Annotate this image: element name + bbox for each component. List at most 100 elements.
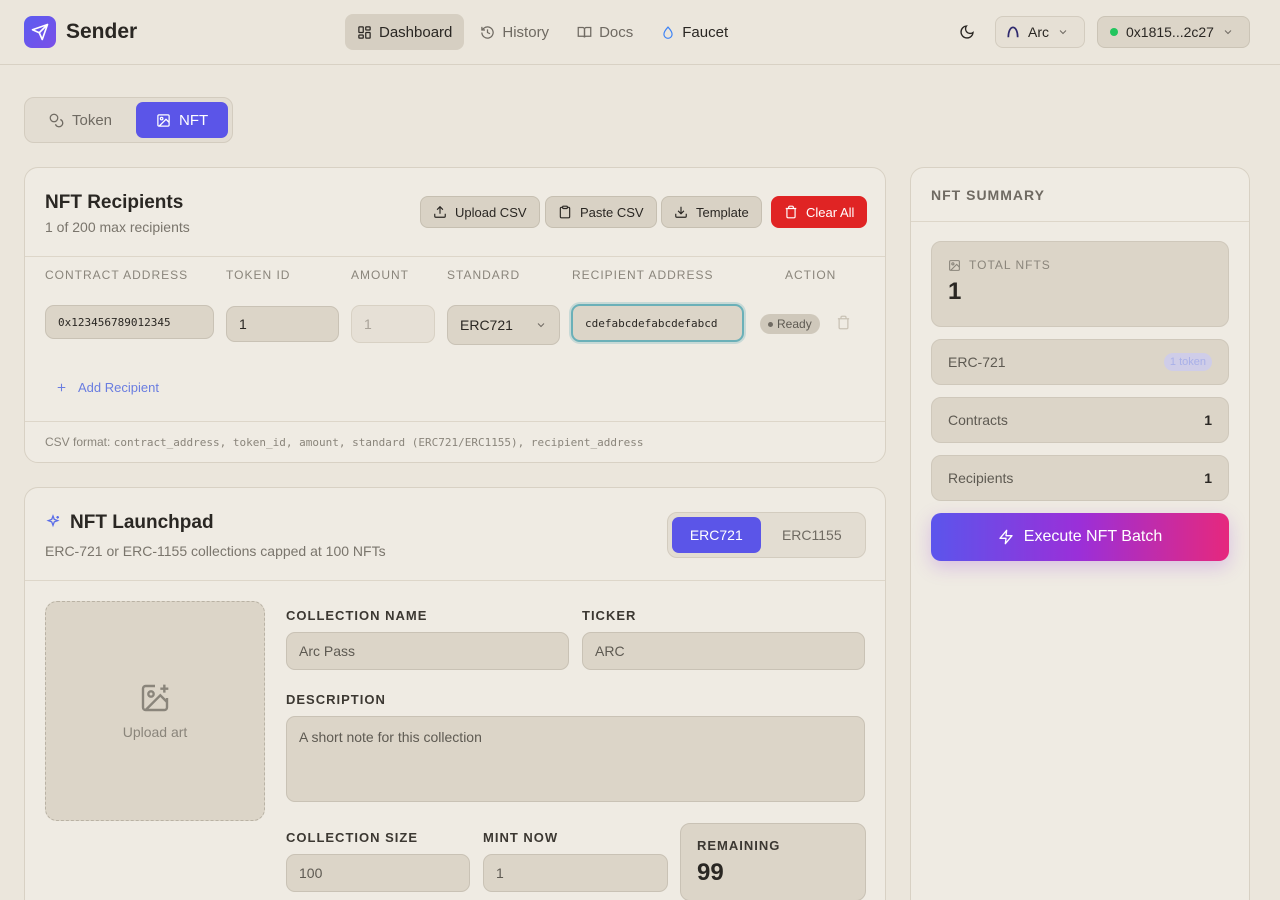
add-recipient-button[interactable]: Add Recipient xyxy=(55,380,159,395)
connected-indicator xyxy=(1110,28,1118,36)
footer-divider xyxy=(25,421,885,422)
standard-summary-label: ERC-721 xyxy=(948,354,1006,370)
top-header: Sender Dashboard History Docs Faucet Arc… xyxy=(0,0,1280,65)
upload-art-dropzone[interactable]: Upload art xyxy=(45,601,265,821)
remaining-label: REMAINING xyxy=(697,838,781,853)
recipients-label: Recipients xyxy=(948,470,1014,486)
app-name[interactable]: Sender xyxy=(66,20,137,44)
paste-csv-button[interactable]: Paste CSV xyxy=(545,196,657,228)
nav-history-label: History xyxy=(502,23,550,41)
token-id-input[interactable]: 1 xyxy=(226,306,339,342)
mode-toggle: Token NFT xyxy=(24,97,233,143)
execute-label: Execute NFT Batch xyxy=(1023,528,1163,545)
mint-now-input[interactable]: 1 xyxy=(483,854,668,892)
nav-docs[interactable]: Docs xyxy=(565,14,645,50)
col-standard: STANDARD xyxy=(447,268,521,282)
nft-launchpad-card: NFT Launchpad ERC-721 or ERC-1155 collec… xyxy=(24,487,886,900)
csv-format-prefix: CSV format: xyxy=(45,435,111,449)
mode-nft-label: NFT xyxy=(179,111,209,129)
nav-dashboard-label: Dashboard xyxy=(379,23,453,41)
clear-all-button[interactable]: Clear All xyxy=(771,196,868,228)
contracts-summary-box: Contracts 1 xyxy=(931,397,1229,443)
plus-icon xyxy=(57,383,66,392)
theme-toggle[interactable] xyxy=(955,20,979,44)
summary-title: NFT SUMMARY xyxy=(931,187,1045,203)
summary-divider xyxy=(911,221,1249,222)
trash-icon xyxy=(837,315,850,330)
erc1155-toggle[interactable]: ERC1155 xyxy=(763,517,861,553)
delete-row-button[interactable] xyxy=(836,315,851,335)
collection-name-input[interactable]: Arc Pass xyxy=(286,632,569,670)
contracts-value: 1 xyxy=(1204,412,1212,428)
ticker-input[interactable]: ARC xyxy=(582,632,865,670)
remaining-value: 99 xyxy=(697,859,724,886)
network-selector[interactable]: Arc xyxy=(995,16,1085,48)
amount-input[interactable]: 1 xyxy=(351,305,435,343)
collection-size-label: COLLECTION SIZE xyxy=(286,830,418,845)
standard-summary-row: ERC-721 1 token xyxy=(932,340,1228,384)
network-label: Arc xyxy=(1028,24,1049,40)
droplet-icon xyxy=(663,25,673,39)
status-dot xyxy=(768,321,773,327)
sparkles-icon xyxy=(45,514,61,535)
standard-toggle: ERC721 ERC1155 xyxy=(667,512,866,558)
trash-icon xyxy=(785,205,797,219)
recipients-summary-row: Recipients 1 xyxy=(932,456,1228,500)
status-badge-label: Ready xyxy=(777,317,812,331)
nav-faucet[interactable]: Faucet xyxy=(649,14,740,50)
upload-csv-button[interactable]: Upload CSV xyxy=(420,196,540,228)
nft-summary-card: NFT SUMMARY TOTAL NFTS 1 ERC-721 1 token… xyxy=(910,167,1250,900)
mint-now-label: MINT NOW xyxy=(483,830,559,845)
nav-history[interactable]: History xyxy=(468,14,561,50)
col-amount: AMOUNT xyxy=(351,268,409,282)
launchpad-subtitle: ERC-721 or ERC-1155 collections capped a… xyxy=(45,543,386,559)
add-recipient-label: Add Recipient xyxy=(78,380,159,395)
template-label: Template xyxy=(696,204,749,220)
col-recipient-address: RECIPIENT ADDRESS xyxy=(572,268,714,282)
image-icon xyxy=(949,259,960,271)
contracts-summary-row: Contracts 1 xyxy=(932,398,1228,442)
erc721-toggle[interactable]: ERC721 xyxy=(672,517,761,553)
description-label: DESCRIPTION xyxy=(286,692,386,707)
image-icon xyxy=(157,113,170,127)
wallet-button[interactable]: 0x1815...2c27 xyxy=(1097,16,1250,48)
collection-size-input[interactable]: 100 xyxy=(286,854,470,892)
standard-summary-box: ERC-721 1 token xyxy=(931,339,1229,385)
contracts-label: Contracts xyxy=(948,412,1008,428)
header-divider xyxy=(25,256,885,257)
dashboard-icon xyxy=(358,25,371,39)
nft-recipients-card: NFT Recipients 1 of 200 max recipients U… xyxy=(24,167,886,463)
coins-icon xyxy=(49,113,64,127)
ticker-label: TICKER xyxy=(582,608,637,623)
nav-faucet-label: Faucet xyxy=(682,23,729,41)
upload-icon xyxy=(434,205,446,218)
clear-all-label: Clear All xyxy=(806,204,855,220)
csv-format-note: CSV format: contract_address, token_id, … xyxy=(45,435,644,449)
collection-name-label: COLLECTION NAME xyxy=(286,608,428,623)
recipients-title: NFT Recipients xyxy=(45,192,184,213)
chevron-down-icon xyxy=(537,323,545,328)
standard-select-value: ERC721 xyxy=(460,317,513,333)
col-token-id: TOKEN ID xyxy=(226,268,291,282)
paste-csv-label: Paste CSV xyxy=(580,204,644,220)
description-textarea[interactable]: A short note for this collection xyxy=(286,716,865,802)
upload-csv-label: Upload CSV xyxy=(455,204,527,220)
arc-network-icon xyxy=(1007,26,1019,38)
execute-nft-batch-button[interactable]: Execute NFT Batch xyxy=(931,513,1229,561)
standard-select[interactable]: ERC721 xyxy=(447,305,560,345)
image-plus-icon xyxy=(141,684,169,712)
main-nav: Dashboard History Docs Faucet xyxy=(345,14,740,50)
book-icon xyxy=(577,26,592,38)
mode-nft-button[interactable]: NFT xyxy=(136,102,229,138)
lightning-icon xyxy=(999,529,1013,545)
logo-icon[interactable] xyxy=(24,16,56,48)
history-icon xyxy=(481,25,495,39)
mode-token-button[interactable]: Token xyxy=(29,102,132,138)
recipient-address-input[interactable]: cdefabcdefabcdefabcd xyxy=(571,304,744,342)
moon-icon xyxy=(960,25,974,39)
download-icon xyxy=(675,206,687,218)
recipients-count: 1 of 200 max recipients xyxy=(45,219,190,235)
nav-dashboard[interactable]: Dashboard xyxy=(345,14,465,50)
template-button[interactable]: Template xyxy=(661,196,762,228)
contract-address-input[interactable]: 0x123456789012345 xyxy=(45,305,214,339)
